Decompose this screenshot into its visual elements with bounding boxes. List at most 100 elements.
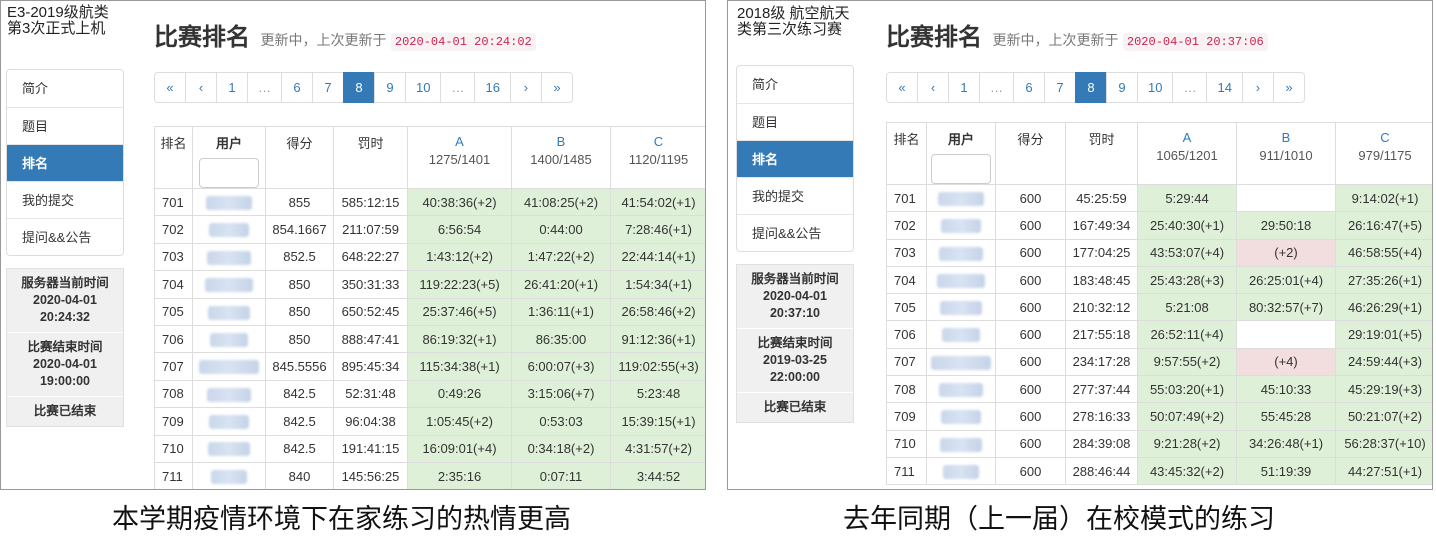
problem-c-cell: 24:59:44(+3) (1335, 347, 1432, 377)
page-6[interactable]: 6 (1013, 72, 1045, 103)
rank-cell: 709 (154, 407, 193, 436)
column-score: 得分 (995, 122, 1066, 185)
page-6[interactable]: 6 (281, 72, 313, 103)
nav-item-intro[interactable]: 简介 (7, 70, 123, 107)
penalty-cell: 191:41:15 (333, 434, 408, 463)
page-10[interactable]: 10 (405, 72, 442, 103)
blurred-username[interactable] (208, 305, 250, 320)
blurred-username[interactable] (938, 191, 984, 206)
problem-c-cell: 15:39:15(+1) (610, 407, 705, 436)
user-filter-input[interactable] (931, 154, 991, 184)
blurred-username[interactable] (207, 250, 251, 265)
problem-c-cell: 56:28:37(+10) (1335, 429, 1432, 458)
problem-b-cell: (+2) (1236, 238, 1336, 267)
problem-a-cell: 0:49:26 (407, 379, 512, 409)
blurred-username[interactable] (939, 383, 983, 397)
page-10[interactable]: 10 (1137, 72, 1174, 103)
blurred-username[interactable] (211, 469, 247, 484)
user-cell (192, 434, 266, 463)
blurred-username[interactable] (941, 410, 981, 425)
nav-item-questions[interactable]: 提问&&公告 (7, 218, 123, 255)
rank-cell: 702 (154, 215, 193, 244)
sidebar: 2018级 航空航天类第三次练习赛 简介 题目 排名 我的提交 提问&&公告 服… (736, 1, 854, 423)
blurred-username[interactable] (210, 332, 248, 347)
column-problem-c: C 979/1175 (1335, 122, 1432, 185)
nav-item-ranking[interactable]: 排名 (7, 144, 123, 181)
problem-b-link[interactable]: B (512, 133, 610, 151)
problem-a-cell: 5:21:08 (1137, 293, 1237, 322)
pagination: « ‹ 1 … 6 7 8 9 10 … 16 › » (154, 72, 705, 103)
page-prev[interactable]: ‹ (185, 72, 217, 103)
page-last[interactable]: » (540, 72, 573, 103)
page-8-active[interactable]: 8 (343, 72, 375, 103)
blurred-username[interactable] (209, 223, 249, 238)
page-9[interactable]: 9 (374, 72, 406, 103)
page-last[interactable]: » (1272, 72, 1305, 103)
problem-c-link[interactable]: C (1336, 129, 1432, 147)
blurred-username[interactable] (209, 415, 249, 430)
nav-item-ranking[interactable]: 排名 (737, 140, 853, 177)
page-first[interactable]: « (886, 72, 918, 103)
blurred-username[interactable] (937, 273, 985, 288)
blurred-username[interactable] (208, 442, 250, 457)
problem-c-link[interactable]: C (611, 133, 705, 151)
blurred-username[interactable] (207, 387, 251, 402)
problem-a-stat: 1065/1201 (1156, 148, 1218, 163)
score-cell: 842.5 (265, 379, 334, 409)
column-rank: 排名 (154, 126, 193, 189)
blurred-username[interactable] (940, 301, 982, 316)
page-1[interactable]: 1 (948, 72, 980, 103)
rank-cell: 710 (886, 429, 927, 458)
score-cell: 850 (265, 324, 334, 354)
page-first[interactable]: « (154, 72, 186, 103)
blurred-username[interactable] (939, 246, 983, 261)
page-ellipsis: … (247, 72, 282, 103)
user-cell (926, 265, 996, 295)
rank-cell: 701 (886, 183, 927, 213)
page-next[interactable]: › (1241, 72, 1274, 103)
rank-cell: 706 (154, 324, 193, 354)
user-cell (926, 293, 996, 322)
problem-b-cell: 26:41:20(+1) (511, 270, 611, 299)
nav-item-my-submissions[interactable]: 我的提交 (7, 181, 123, 218)
table-row: 710 600 284:39:08 9:21:28(+2) 34:26:48(+1) 56… (886, 429, 1432, 458)
nav-item-problems[interactable]: 题目 (737, 103, 853, 140)
page-9[interactable]: 9 (1106, 72, 1138, 103)
nav-item-intro[interactable]: 简介 (737, 66, 853, 103)
problem-a-link[interactable]: A (1138, 129, 1236, 147)
blurred-username[interactable] (942, 328, 980, 343)
penalty-cell: 96:04:38 (333, 407, 408, 436)
page-7[interactable]: 7 (1044, 72, 1076, 103)
blurred-username[interactable] (205, 278, 253, 293)
nav-item-problems[interactable]: 题目 (7, 107, 123, 144)
problem-b-cell: 34:26:48(+1) (1236, 429, 1336, 458)
problem-c-stat: 979/1175 (1358, 148, 1412, 163)
page-heading: 比赛排名 更新中，上次更新于 2020-04-01 20:24:02 (154, 1, 705, 65)
blurred-username[interactable] (943, 464, 979, 479)
blurred-username[interactable] (940, 437, 982, 452)
rank-cell: 703 (886, 238, 927, 267)
user-filter-input[interactable] (199, 158, 259, 188)
problem-a-link[interactable]: A (408, 133, 511, 151)
problem-c-cell: 46:26:29(+1) (1335, 293, 1432, 322)
ranking-rows: 701 600 45:25:59 5:29:44 9:14:02(+1) 702 600 16… (886, 183, 1432, 486)
blurred-username[interactable] (941, 219, 981, 234)
user-cell (192, 215, 266, 244)
nav-item-questions[interactable]: 提问&&公告 (737, 214, 853, 251)
page-7[interactable]: 7 (312, 72, 344, 103)
page-next[interactable]: › (509, 72, 542, 103)
blurred-username[interactable] (206, 195, 252, 210)
user-cell (926, 320, 996, 349)
problem-a-cell: 86:19:32(+1) (407, 324, 512, 354)
page-1[interactable]: 1 (216, 72, 248, 103)
blurred-username[interactable] (199, 360, 259, 375)
problem-b-cell: 55:45:28 (1236, 402, 1336, 431)
page-14[interactable]: 14 (1206, 72, 1243, 103)
page-16[interactable]: 16 (474, 72, 511, 103)
problem-b-link[interactable]: B (1237, 129, 1335, 147)
nav-item-my-submissions[interactable]: 我的提交 (737, 177, 853, 214)
problem-a-cell: 25:43:28(+3) (1137, 265, 1237, 295)
page-8-active[interactable]: 8 (1075, 72, 1107, 103)
blurred-username[interactable] (931, 355, 991, 370)
page-prev[interactable]: ‹ (917, 72, 949, 103)
